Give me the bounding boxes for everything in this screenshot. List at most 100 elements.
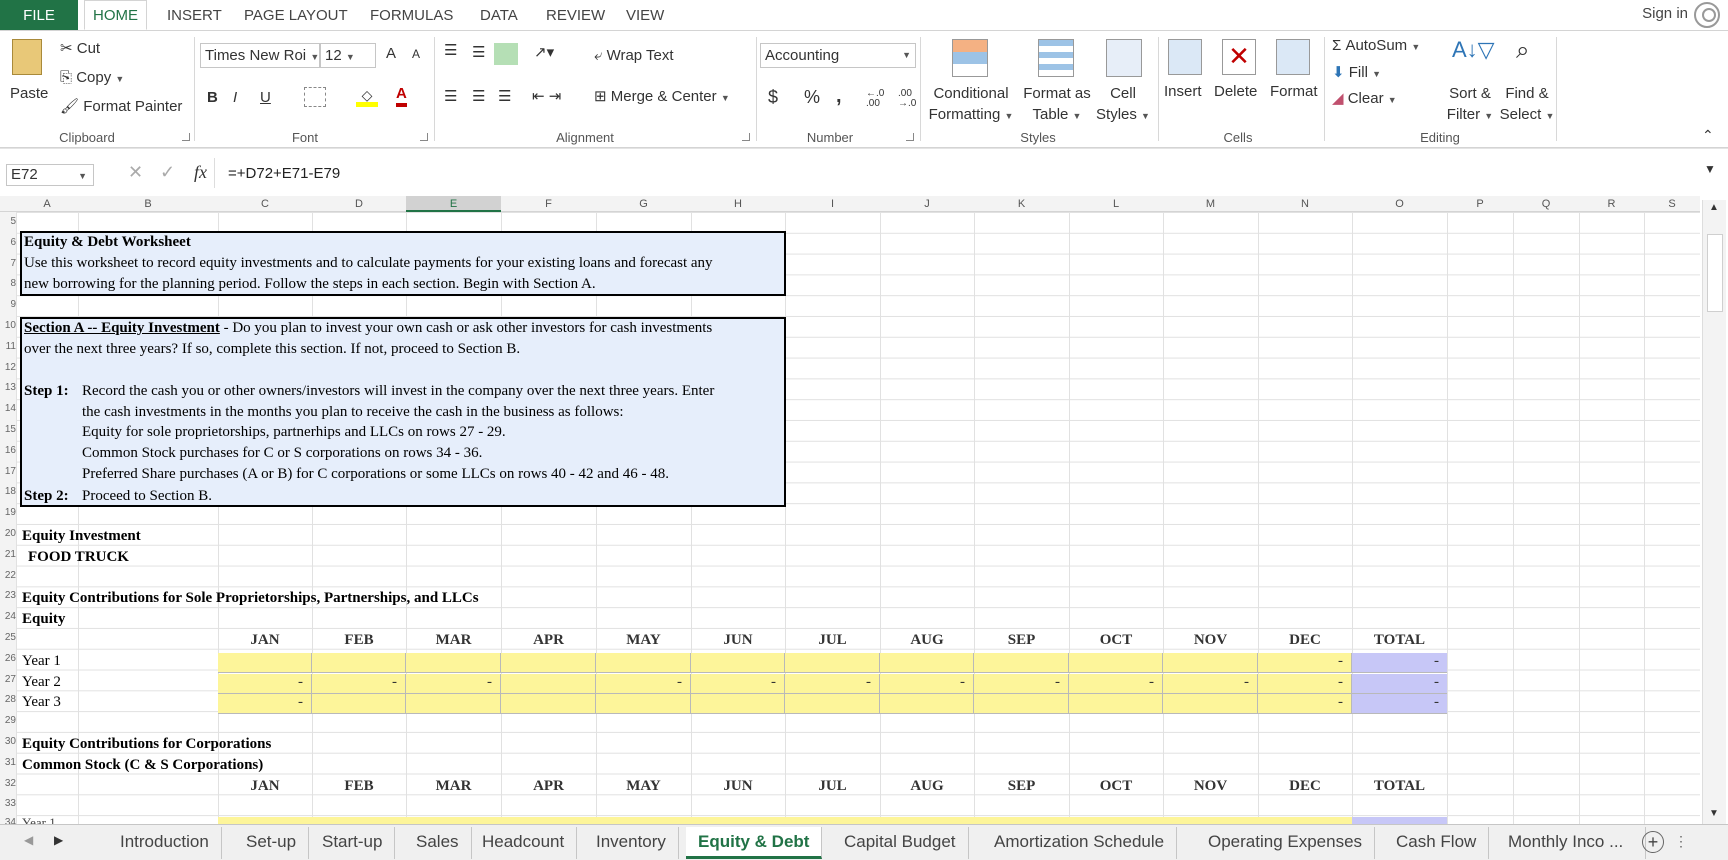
- input-cell[interactable]: [406, 653, 501, 673]
- sign-in-link[interactable]: Sign in: [1642, 5, 1688, 22]
- sheet-tab-headcount[interactable]: Headcount: [470, 827, 578, 859]
- fill-button[interactable]: ⬇ Fill ▼: [1332, 63, 1381, 81]
- insert-function-icon[interactable]: fx: [194, 162, 207, 183]
- input-cell[interactable]: [1069, 694, 1163, 714]
- sheet-tab-startup[interactable]: Start-up: [310, 827, 396, 859]
- col-header-b[interactable]: B: [78, 196, 218, 212]
- col-header-r[interactable]: R: [1579, 196, 1644, 212]
- input-cell[interactable]: [501, 694, 596, 714]
- row-header[interactable]: 5: [0, 216, 16, 227]
- expand-formula-bar-icon[interactable]: ▼: [1704, 162, 1716, 176]
- borders-icon[interactable]: [304, 87, 326, 107]
- scroll-down-icon[interactable]: ▼: [1709, 808, 1719, 819]
- input-cell[interactable]: [312, 694, 406, 714]
- percent-button[interactable]: %: [804, 87, 820, 108]
- sheet-tab-cash-flow[interactable]: Cash Flow: [1384, 827, 1490, 859]
- tab-home[interactable]: HOME: [84, 0, 147, 30]
- col-header-c[interactable]: C: [218, 196, 312, 212]
- shrink-font-button[interactable]: A: [412, 47, 420, 61]
- sheet-tab-monthly-income[interactable]: Monthly Inco ...: [1496, 827, 1646, 859]
- prev-sheet-icon[interactable]: ◀: [24, 833, 33, 847]
- input-cell[interactable]: [501, 674, 596, 694]
- sheet-tab-operating-expenses[interactable]: Operating Expenses: [1196, 827, 1376, 859]
- input-cell[interactable]: -: [312, 674, 406, 694]
- total-cell-partial[interactable]: [1352, 817, 1447, 824]
- row-header[interactable]: 15: [0, 424, 16, 435]
- find-select-button[interactable]: Find & Select ▼: [1498, 83, 1556, 127]
- input-cell[interactable]: [218, 653, 312, 673]
- row-header[interactable]: 27: [0, 674, 16, 685]
- tab-insert[interactable]: INSERT: [167, 0, 222, 30]
- input-cell[interactable]: [406, 694, 501, 714]
- input-cell[interactable]: [974, 653, 1069, 673]
- cancel-icon[interactable]: ✕: [128, 162, 143, 183]
- alignment-launcher-icon[interactable]: [742, 133, 750, 141]
- sheet-tab-capital-budget[interactable]: Capital Budget: [832, 827, 969, 859]
- total-cell[interactable]: -: [1352, 653, 1447, 673]
- row-header[interactable]: 20: [0, 528, 16, 539]
- clear-button[interactable]: ◢ Clear ▼: [1332, 89, 1397, 107]
- sheet-tab-sales[interactable]: Sales: [404, 827, 472, 859]
- row-header[interactable]: 33: [0, 798, 16, 809]
- decrease-decimal-button[interactable]: .00 →.0: [898, 89, 920, 109]
- sheet-tab-amortization-schedule[interactable]: Amortization Schedule: [982, 827, 1178, 859]
- col-header-j[interactable]: J: [880, 196, 974, 212]
- indent-icons[interactable]: ⇤ ⇥: [532, 87, 561, 105]
- input-cell[interactable]: -: [691, 674, 785, 694]
- col-header-l[interactable]: L: [1069, 196, 1163, 212]
- col-header-g[interactable]: G: [596, 196, 691, 212]
- wrap-text-button[interactable]: ⤶ Wrap Text: [594, 47, 674, 64]
- row-header[interactable]: 26: [0, 653, 16, 664]
- row-header[interactable]: 25: [0, 632, 16, 643]
- col-header-i[interactable]: I: [785, 196, 880, 212]
- sheet-tab-equity-debt[interactable]: Equity & Debt: [686, 827, 823, 859]
- align-center-icon[interactable]: ☰: [472, 87, 485, 105]
- font-size-select[interactable]: 12 ▼: [320, 43, 376, 68]
- input-cell[interactable]: [880, 694, 974, 714]
- tab-options-icon[interactable]: ⋮: [1674, 833, 1688, 850]
- row-header[interactable]: 32: [0, 778, 16, 789]
- row-header[interactable]: 13: [0, 382, 16, 393]
- file-tab[interactable]: FILE: [0, 0, 78, 30]
- col-header-n[interactable]: N: [1258, 196, 1352, 212]
- total-cell[interactable]: -: [1352, 694, 1447, 714]
- vertical-scrollbar[interactable]: ▲ ▼: [1702, 200, 1726, 824]
- font-color-icon[interactable]: A: [396, 85, 407, 107]
- user-avatar-icon[interactable]: [1694, 2, 1720, 28]
- paste-icon[interactable]: [12, 39, 42, 75]
- increase-decimal-button[interactable]: ←.0 .00: [866, 89, 896, 109]
- row-header[interactable]: 14: [0, 403, 16, 414]
- input-cell[interactable]: [691, 694, 785, 714]
- tab-page-layout[interactable]: PAGE LAYOUT: [244, 0, 348, 30]
- col-header-d[interactable]: D: [312, 196, 406, 212]
- add-sheet-icon[interactable]: +: [1642, 831, 1664, 853]
- row-header[interactable]: 8: [0, 278, 16, 289]
- enter-icon[interactable]: ✓: [160, 162, 175, 183]
- cell-styles-button[interactable]: Cell Styles ▼: [1092, 83, 1154, 127]
- col-header-q[interactable]: Q: [1513, 196, 1579, 212]
- currency-button[interactable]: $: [768, 87, 778, 108]
- input-cell[interactable]: -: [974, 674, 1069, 694]
- input-cell[interactable]: [880, 653, 974, 673]
- font-name-select[interactable]: Times New Roi ▼: [200, 43, 320, 68]
- input-cell[interactable]: -: [1163, 674, 1258, 694]
- input-cell[interactable]: -: [1258, 674, 1352, 694]
- number-launcher-icon[interactable]: [906, 133, 914, 141]
- delete-cells-button[interactable]: Delete: [1214, 83, 1257, 100]
- input-cell[interactable]: [691, 653, 785, 673]
- sort-filter-button[interactable]: Sort & Filter ▼: [1442, 83, 1498, 127]
- align-left-icon[interactable]: ☰: [444, 87, 457, 105]
- orientation-icon[interactable]: ↗▾: [534, 43, 554, 61]
- next-sheet-icon[interactable]: ▶: [54, 833, 63, 847]
- input-cell[interactable]: -: [406, 674, 501, 694]
- input-row-partial[interactable]: [218, 817, 1352, 824]
- paste-button[interactable]: Paste: [10, 85, 48, 102]
- format-painter-button[interactable]: 🖌 Format Painter: [60, 97, 182, 115]
- input-cell[interactable]: [1069, 653, 1163, 673]
- total-cell[interactable]: -: [1352, 674, 1447, 694]
- col-header-m[interactable]: M: [1163, 196, 1258, 212]
- col-header-o[interactable]: O: [1352, 196, 1447, 212]
- input-cell[interactable]: [596, 694, 691, 714]
- font-launcher-icon[interactable]: [420, 133, 428, 141]
- input-cell[interactable]: [1163, 653, 1258, 673]
